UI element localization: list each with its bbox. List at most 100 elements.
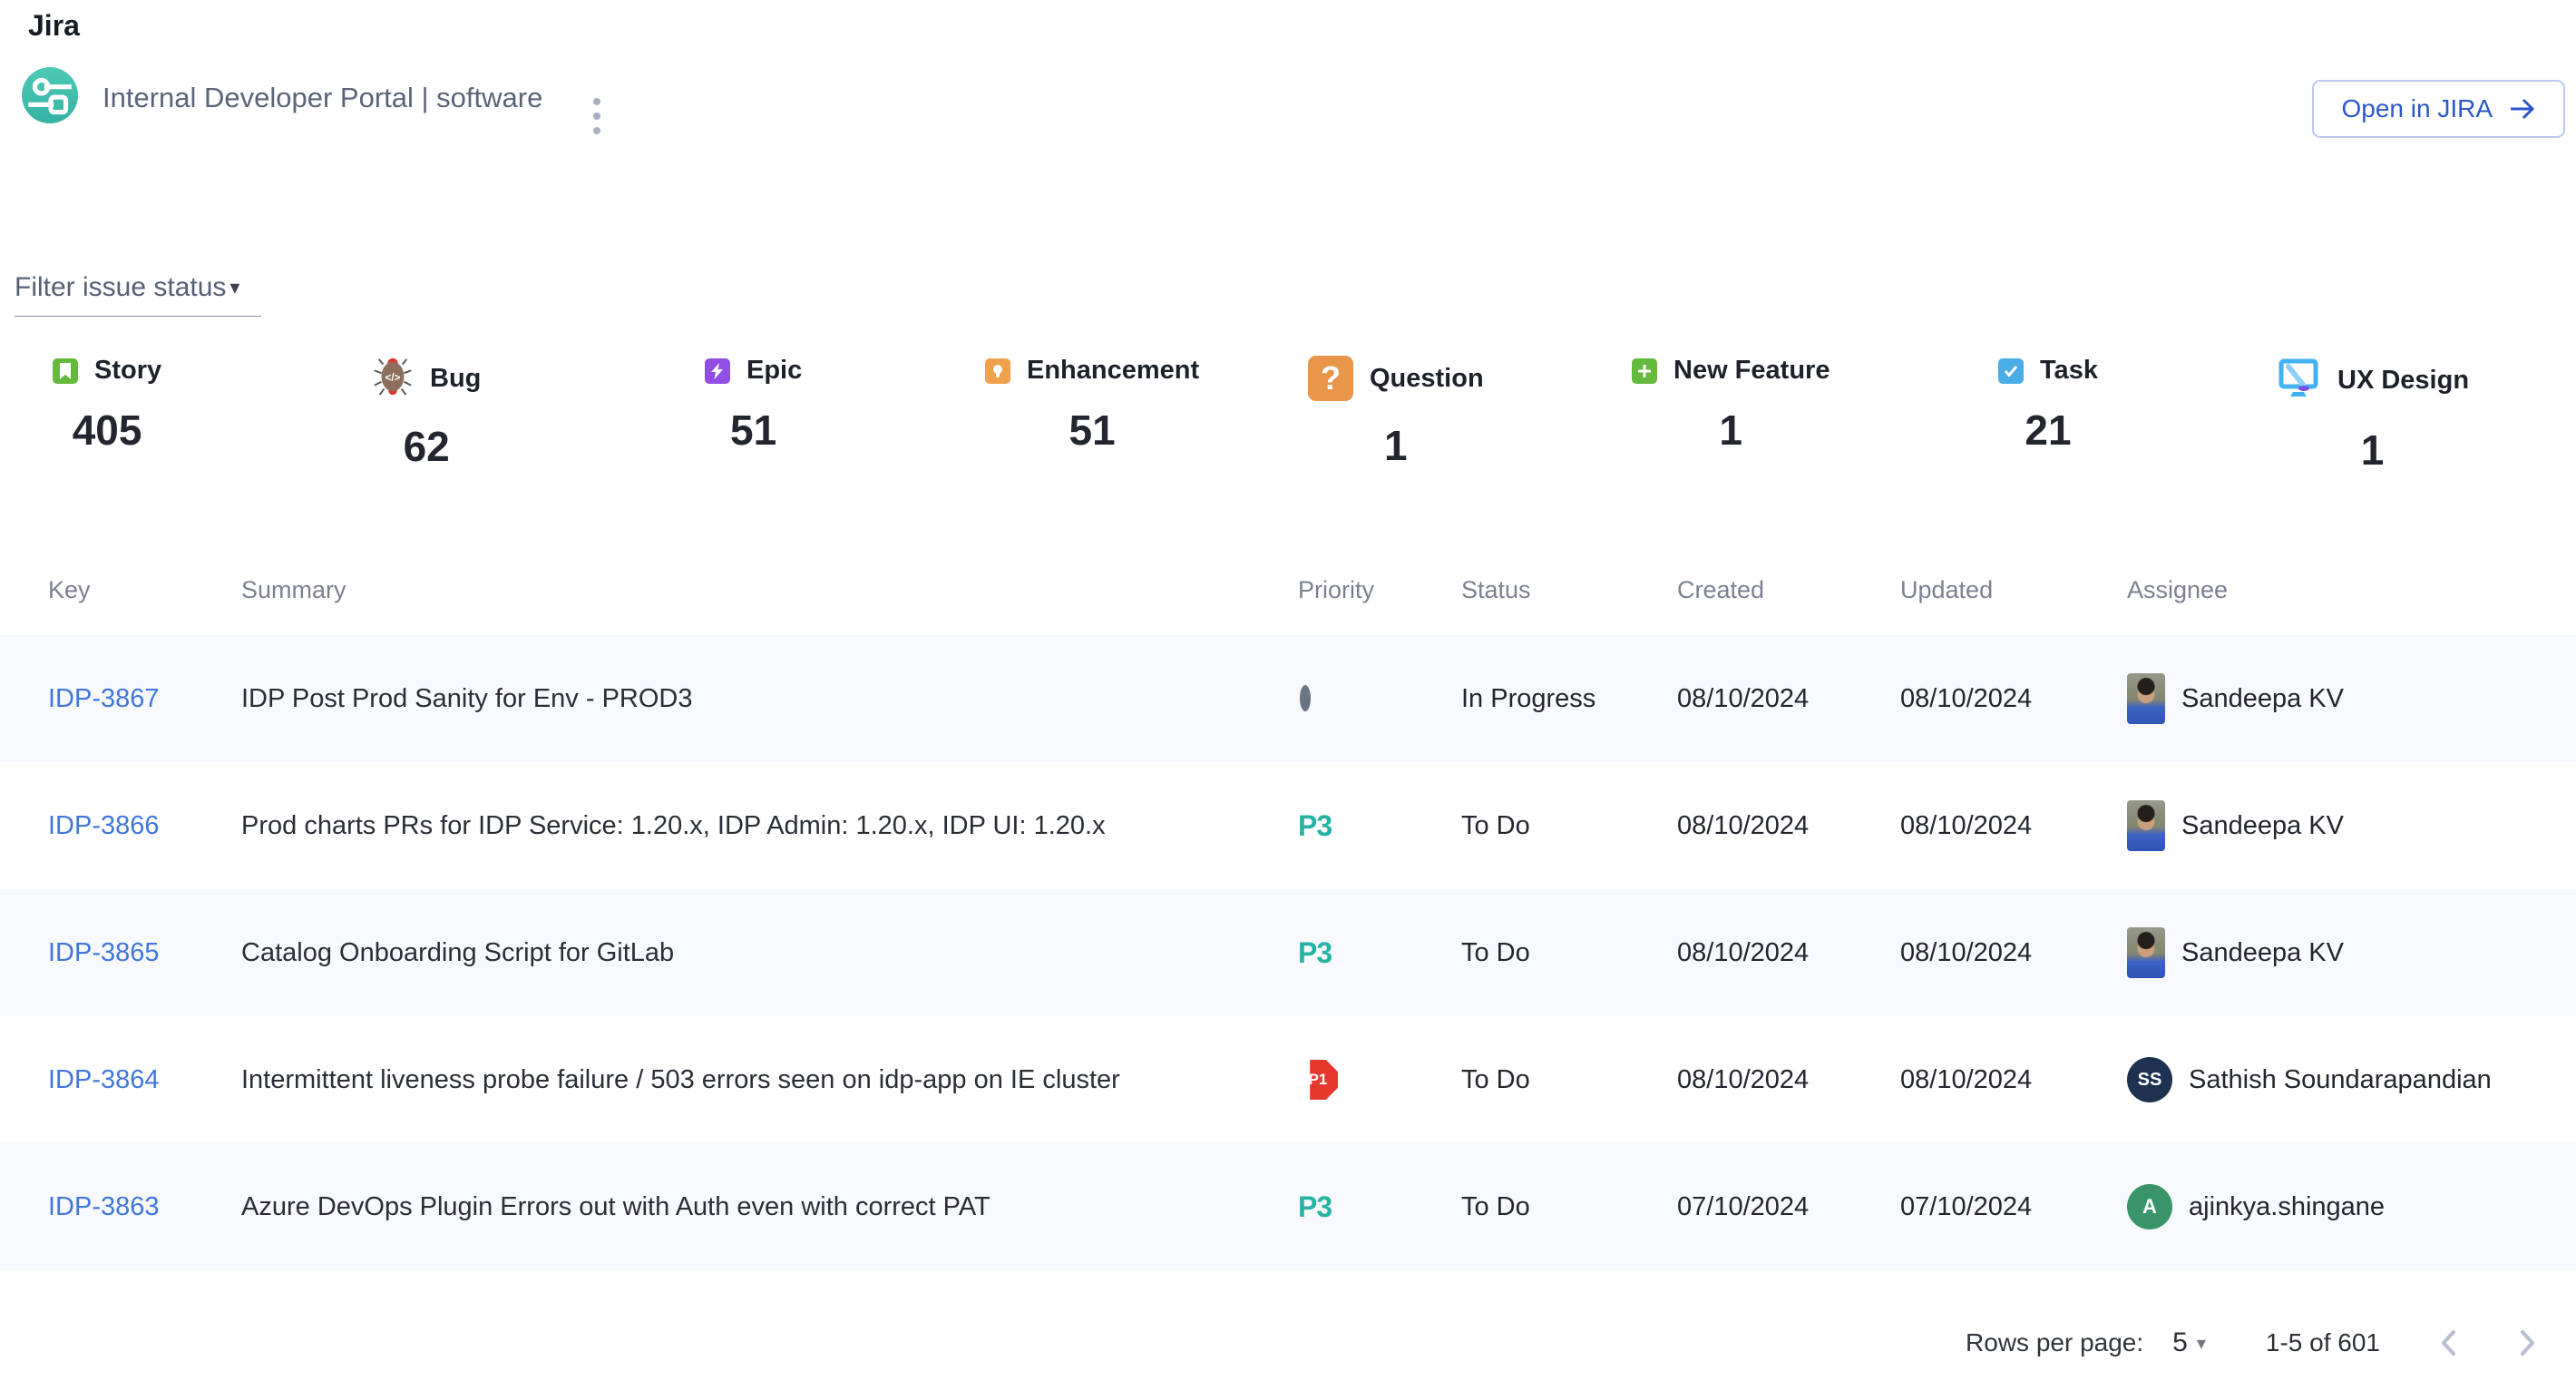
table-row: IDP-3863 Azure DevOps Plugin Errors out …	[0, 1143, 2576, 1270]
story-icon	[53, 358, 78, 384]
stat-label: Epic	[746, 356, 802, 386]
issue-status: In Progress	[1461, 684, 1677, 714]
arrow-right-icon	[2509, 97, 2536, 121]
issue-summary: Azure DevOps Plugin Errors out with Auth…	[241, 1192, 1298, 1222]
kebab-dot	[593, 98, 600, 105]
assignee-avatar: SS	[2127, 1057, 2172, 1102]
table-row: IDP-3866 Prod charts PRs for IDP Service…	[0, 762, 2576, 889]
kebab-dot	[593, 113, 600, 120]
assignee-avatar	[2127, 673, 2165, 724]
filter-issue-status-select[interactable]: Filter issue status ▾	[15, 272, 261, 317]
stat-count: 1	[1632, 406, 1830, 455]
table-row: IDP-3864 Intermittent liveness probe fai…	[0, 1016, 2576, 1143]
issue-key-link[interactable]: IDP-3864	[48, 1065, 160, 1094]
issue-updated: 08/10/2024	[1900, 938, 2127, 968]
column-header-created: Created	[1677, 576, 1900, 604]
issue-updated: 08/10/2024	[1900, 811, 2127, 841]
stat-task: Task 21	[1998, 356, 2098, 455]
kebab-dot	[593, 127, 600, 134]
assignee-name: Sandeepa KV	[2181, 811, 2344, 841]
rows-per-page-label: Rows per page:	[1966, 1328, 2143, 1357]
issues-table: Key Summary Priority Status Created Upda…	[0, 544, 2576, 1270]
enhancement-icon	[985, 358, 1010, 384]
stat-bug: </> Bug 62	[372, 356, 481, 471]
issue-key-link[interactable]: IDP-3866	[48, 811, 160, 840]
more-options-button[interactable]	[577, 87, 617, 145]
table-row: IDP-3867 IDP Post Prod Sanity for Env - …	[0, 635, 2576, 762]
stat-ux-design: UX Design 1	[2276, 356, 2469, 475]
filter-issue-status-label: Filter issue status	[15, 272, 226, 303]
issue-key-link[interactable]: IDP-3863	[48, 1192, 160, 1221]
column-header-status: Status	[1461, 576, 1677, 604]
stat-count: 51	[985, 406, 1199, 455]
stat-epic: Epic 51	[705, 356, 802, 455]
priority-badge: P1	[1298, 1060, 1338, 1100]
issue-status: To Do	[1461, 1065, 1677, 1095]
issue-status: To Do	[1461, 811, 1677, 841]
entity-name: Internal Developer Portal | software	[102, 82, 542, 114]
column-header-updated: Updated	[1900, 576, 2127, 604]
assignee-avatar: A	[2127, 1184, 2172, 1229]
stat-label: Task	[2040, 356, 2098, 386]
priority-badge: P3	[1298, 1190, 1332, 1223]
issue-updated: 07/10/2024	[1900, 1192, 2127, 1222]
bug-icon: </>	[372, 356, 414, 402]
pagination-bar: Rows per page: 5 ▾ 1-5 of 601	[0, 1305, 2576, 1381]
stat-question: ? Question 1	[1308, 356, 1484, 470]
assignee-name: Sandeepa KV	[2181, 938, 2344, 968]
previous-page-button[interactable]	[2436, 1327, 2460, 1358]
issue-updated: 08/10/2024	[1900, 1065, 2127, 1095]
issue-created: 08/10/2024	[1677, 1065, 1900, 1095]
stat-count: 405	[53, 406, 161, 455]
issue-status: To Do	[1461, 1192, 1677, 1222]
assignee-name: ajinkya.shingane	[2189, 1192, 2385, 1222]
column-header-summary: Summary	[241, 576, 1298, 604]
stat-label: Bug	[430, 364, 481, 394]
column-header-assignee: Assignee	[2127, 576, 2576, 604]
chevron-down-icon: ▾	[2197, 1332, 2206, 1355]
issue-summary: Intermittent liveness probe failure / 50…	[241, 1065, 1298, 1095]
rows-per-page-select[interactable]: 5 ▾	[2172, 1327, 2206, 1358]
chevron-left-icon	[2436, 1327, 2460, 1358]
stat-count: 21	[1998, 406, 2098, 455]
issue-key-link[interactable]: IDP-3865	[48, 938, 160, 967]
issue-created: 08/10/2024	[1677, 684, 1900, 714]
new-feature-icon	[1632, 358, 1657, 384]
issue-key-link[interactable]: IDP-3867	[48, 684, 160, 713]
ux-design-icon	[2276, 356, 2321, 406]
issue-status: To Do	[1461, 938, 1677, 968]
issue-created: 07/10/2024	[1677, 1192, 1900, 1222]
jira-plugin-page: Jira Internal Developer Portal | softwar…	[0, 0, 2576, 1381]
svg-text:</>: </>	[385, 373, 401, 384]
issue-summary: Prod charts PRs for IDP Service: 1.20.x,…	[241, 811, 1298, 841]
priority-icon	[1300, 685, 1311, 711]
epic-icon	[705, 358, 730, 384]
page-title: Jira	[28, 9, 80, 43]
open-in-jira-label: Open in JIRA	[2341, 94, 2493, 123]
stat-count: 51	[705, 406, 802, 455]
pagination-range: 1-5 of 601	[2266, 1328, 2380, 1357]
issue-summary: IDP Post Prod Sanity for Env - PROD3	[241, 684, 1298, 714]
stat-label: New Feature	[1673, 356, 1830, 386]
issue-summary: Catalog Onboarding Script for GitLab	[241, 938, 1298, 968]
table-row: IDP-3865 Catalog Onboarding Script for G…	[0, 889, 2576, 1016]
open-in-jira-button[interactable]: Open in JIRA	[2312, 80, 2565, 138]
assignee-avatar	[2127, 800, 2165, 851]
stat-count: 62	[372, 422, 481, 471]
issue-updated: 08/10/2024	[1900, 684, 2127, 714]
table-header-row: Key Summary Priority Status Created Upda…	[0, 544, 2576, 635]
column-header-key: Key	[48, 576, 241, 604]
stat-label: Question	[1370, 364, 1484, 394]
stat-label: UX Design	[2337, 366, 2469, 396]
stat-enhancement: Enhancement 51	[985, 356, 1199, 455]
stat-count: 1	[1308, 421, 1484, 470]
question-icon: ?	[1308, 356, 1353, 401]
stat-label: Enhancement	[1027, 356, 1199, 386]
issue-created: 08/10/2024	[1677, 811, 1900, 841]
priority-badge: P3	[1298, 936, 1332, 969]
stat-new-feature: New Feature 1	[1632, 356, 1830, 455]
next-page-button[interactable]	[2516, 1327, 2540, 1358]
chevron-down-icon: ▾	[229, 276, 239, 299]
issue-type-stats: Story 405 </	[0, 356, 2576, 528]
assignee-name: Sandeepa KV	[2181, 684, 2344, 714]
